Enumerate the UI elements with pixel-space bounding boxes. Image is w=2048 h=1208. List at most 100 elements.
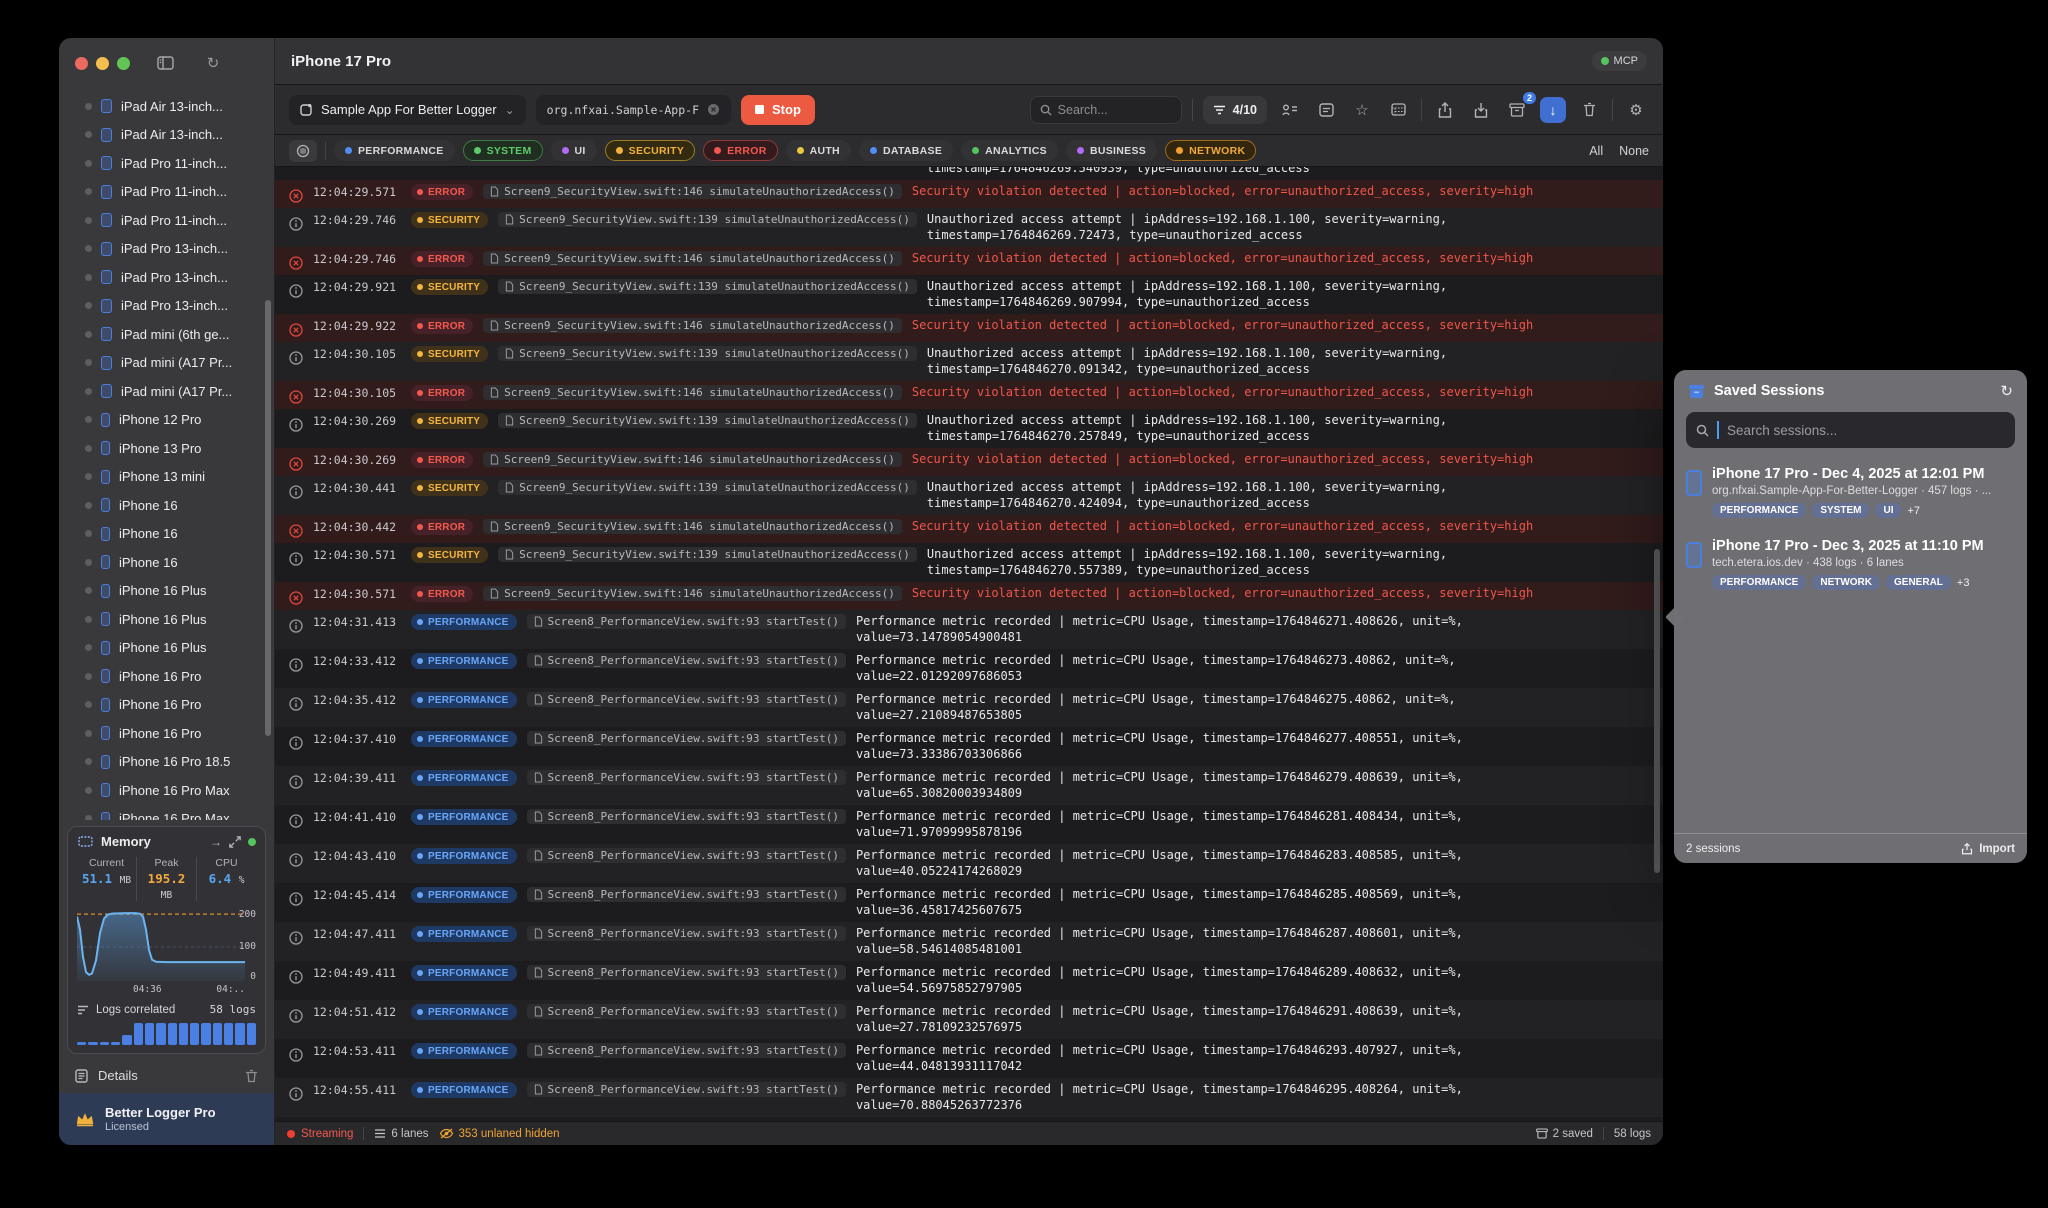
device-item[interactable]: iPhone 16 Pro xyxy=(59,662,274,691)
log-row[interactable]: 12:04:33.412PERFORMANCEScreen8_Performan… xyxy=(275,649,1663,688)
log-category-tag[interactable]: PERFORMANCE xyxy=(411,848,517,864)
clear-logs-button[interactable] xyxy=(1576,97,1602,123)
device-item[interactable]: iPad Air 13-inch... xyxy=(59,121,274,150)
log-category-tag[interactable]: ERROR xyxy=(411,385,473,401)
log-row[interactable]: 12:04:30.105ERRORScreen9_SecurityView.sw… xyxy=(275,381,1663,409)
share-button[interactable] xyxy=(1432,97,1458,123)
log-row[interactable]: 12:04:30.571ERRORScreen9_SecurityView.sw… xyxy=(275,582,1663,610)
stop-button[interactable]: Stop xyxy=(741,95,815,125)
bundle-id-pill[interactable]: org.nfxai.Sample-App-F xyxy=(536,95,731,125)
device-item[interactable]: iPad mini (A17 Pr... xyxy=(59,377,274,406)
log-category-tag[interactable]: SECURITY xyxy=(411,480,488,496)
device-item[interactable]: iPad Pro 13-inch... xyxy=(59,292,274,321)
lane-view-button[interactable] xyxy=(289,140,317,162)
contact-lanes-button[interactable] xyxy=(1277,97,1303,123)
log-row[interactable]: 12:04:53.411PERFORMANCEScreen8_Performan… xyxy=(275,1039,1663,1078)
unlaned-hidden-count[interactable]: 353 unlaned hidden xyxy=(439,1128,560,1140)
filter-chip-analytics[interactable]: ANALYTICS xyxy=(961,140,1058,161)
filter-chip-ui[interactable]: UI xyxy=(551,140,597,161)
saved-sessions-button[interactable]: 2 xyxy=(1504,97,1530,123)
log-category-tag[interactable]: PERFORMANCE xyxy=(411,614,517,630)
log-category-tag[interactable]: PERFORMANCE xyxy=(411,887,517,903)
minimize-window-button[interactable] xyxy=(96,57,109,70)
import-button[interactable]: Import xyxy=(1961,842,2015,855)
log-row[interactable]: 12:04:29.571ERRORScreen9_SecurityView.sw… xyxy=(275,180,1663,208)
log-row[interactable]: 12:04:47.411PERFORMANCEScreen8_Performan… xyxy=(275,922,1663,961)
select-all-button[interactable]: All xyxy=(1589,144,1603,158)
saved-count[interactable]: 2 saved xyxy=(1536,1128,1593,1140)
log-row[interactable]: 12:04:51.412PERFORMANCEScreen8_Performan… xyxy=(275,1000,1663,1039)
log-row[interactable]: 12:04:43.410PERFORMANCEScreen8_Performan… xyxy=(275,844,1663,883)
log-row[interactable]: 12:04:30.571SECURITYScreen9_SecurityView… xyxy=(275,543,1663,582)
expand-icon[interactable] xyxy=(229,836,241,848)
log-row[interactable]: 12:04:29.922ERRORScreen9_SecurityView.sw… xyxy=(275,314,1663,342)
close-window-button[interactable] xyxy=(75,57,88,70)
autoscroll-button[interactable]: ↓ xyxy=(1540,97,1566,123)
sidebar-scrollbar[interactable] xyxy=(265,300,271,736)
favorites-button[interactable]: ☆ xyxy=(1349,97,1375,123)
log-row[interactable]: 12:04:45.414PERFORMANCEScreen8_Performan… xyxy=(275,883,1663,922)
device-item[interactable]: iPad Pro 11-inch... xyxy=(59,206,274,235)
log-category-tag[interactable]: ERROR xyxy=(411,318,473,334)
log-category-tag[interactable]: SECURITY xyxy=(411,346,488,362)
settings-button[interactable]: ⚙ xyxy=(1623,97,1649,123)
refresh-devices-button[interactable]: ↻ xyxy=(200,50,226,76)
device-item[interactable]: iPhone 16 Plus xyxy=(59,605,274,634)
filter-count-pill[interactable]: 4/10 xyxy=(1203,96,1267,124)
device-item[interactable]: iPhone 13 mini xyxy=(59,463,274,492)
device-item[interactable]: iPhone 16 Pro Max xyxy=(59,805,274,821)
filter-chip-performance[interactable]: PERFORMANCE xyxy=(334,140,455,161)
log-category-tag[interactable]: PERFORMANCE xyxy=(411,926,517,942)
log-category-tag[interactable]: PERFORMANCE xyxy=(411,809,517,825)
session-item[interactable]: iPhone 17 Pro - Dec 4, 2025 at 12:01 PMo… xyxy=(1674,460,2027,524)
details-row[interactable]: Details xyxy=(59,1058,274,1093)
device-item[interactable]: iPad Pro 13-inch... xyxy=(59,263,274,292)
filter-chip-security[interactable]: SECURITY xyxy=(605,140,696,161)
log-category-tag[interactable]: PERFORMANCE xyxy=(411,1004,517,1020)
table-view-button[interactable] xyxy=(1385,97,1411,123)
log-row[interactable]: 12:04:29.746SECURITYScreen9_SecurityView… xyxy=(275,208,1663,247)
filter-chip-auth[interactable]: AUTH xyxy=(786,140,851,161)
device-item[interactable]: iPad Pro 11-inch... xyxy=(59,178,274,207)
log-row[interactable]: 12:04:30.269SECURITYScreen9_SecurityView… xyxy=(275,409,1663,448)
log-category-tag[interactable]: ERROR xyxy=(411,586,473,602)
log-row[interactable]: 12:04:30.105SECURITYScreen9_SecurityView… xyxy=(275,342,1663,381)
session-search-input[interactable]: Search sessions... xyxy=(1686,412,2015,448)
log-row[interactable]: 12:04:37.410PERFORMANCEScreen8_Performan… xyxy=(275,727,1663,766)
filter-chip-business[interactable]: BUSINESS xyxy=(1066,140,1157,161)
log-category-tag[interactable]: ERROR xyxy=(411,519,473,535)
log-category-tag[interactable]: ERROR xyxy=(411,184,473,200)
log-row[interactable]: 12:04:29.571SECURITYScreen9_SecurityView… xyxy=(275,167,1663,180)
filter-chip-error[interactable]: ERROR xyxy=(703,140,777,161)
device-item[interactable]: iPhone 12 Pro xyxy=(59,406,274,435)
log-category-tag[interactable]: PERFORMANCE xyxy=(411,653,517,669)
device-item[interactable]: iPhone 16 Pro 18.5 xyxy=(59,748,274,777)
device-item[interactable]: iPad mini (6th ge... xyxy=(59,320,274,349)
filter-chip-database[interactable]: DATABASE xyxy=(859,140,953,161)
log-row[interactable]: 12:04:41.410PERFORMANCEScreen8_Performan… xyxy=(275,805,1663,844)
log-category-tag[interactable]: PERFORMANCE xyxy=(411,1082,517,1098)
log-row[interactable]: 12:04:30.269ERRORScreen9_SecurityView.sw… xyxy=(275,448,1663,476)
log-row[interactable]: 12:04:55.411PERFORMANCEScreen8_Performan… xyxy=(275,1078,1663,1117)
filter-chip-network[interactable]: NETWORK xyxy=(1165,140,1256,161)
log-row[interactable]: 12:04:35.412PERFORMANCEScreen8_Performan… xyxy=(275,688,1663,727)
device-item[interactable]: iPhone 16 Pro xyxy=(59,719,274,748)
log-category-tag[interactable]: SECURITY xyxy=(411,413,488,429)
log-row[interactable]: 12:04:39.411PERFORMANCEScreen8_Performan… xyxy=(275,766,1663,805)
device-item[interactable]: iPhone 16 xyxy=(59,520,274,549)
log-category-tag[interactable]: PERFORMANCE xyxy=(411,965,517,981)
toggle-sidebar-button[interactable] xyxy=(152,50,178,76)
arrow-right-icon[interactable]: → xyxy=(210,835,222,849)
log-category-tag[interactable]: PERFORMANCE xyxy=(411,692,517,708)
log-category-tag[interactable]: PERFORMANCE xyxy=(411,1043,517,1059)
search-input[interactable]: Search... xyxy=(1030,96,1182,124)
device-item[interactable]: iPad mini (A17 Pr... xyxy=(59,349,274,378)
close-icon[interactable] xyxy=(707,103,720,116)
device-item[interactable]: iPad Pro 11-inch... xyxy=(59,149,274,178)
refresh-icon[interactable]: ↻ xyxy=(2000,382,2013,400)
device-item[interactable]: iPad Pro 13-inch... xyxy=(59,235,274,264)
select-none-button[interactable]: None xyxy=(1619,144,1649,158)
log-row[interactable]: 12:04:29.921SECURITYScreen9_SecurityView… xyxy=(275,275,1663,314)
device-item[interactable]: iPhone 16 Pro xyxy=(59,691,274,720)
device-item[interactable]: iPhone 13 Pro xyxy=(59,434,274,463)
